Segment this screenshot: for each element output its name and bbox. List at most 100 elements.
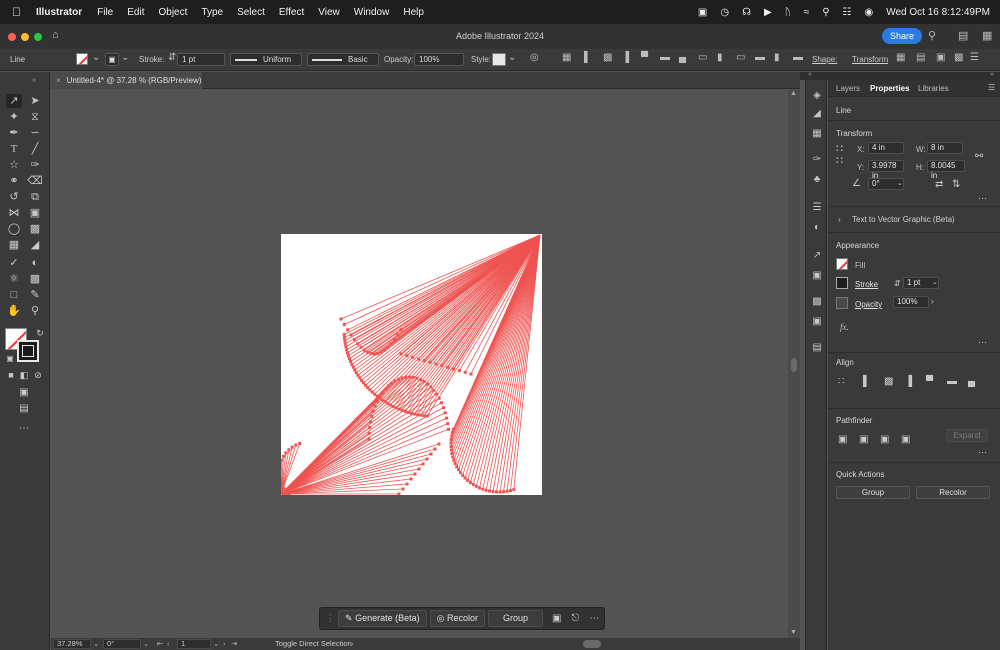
fan-top-anchor-point[interactable] <box>382 348 386 352</box>
align-to-icon[interactable]: ▦ <box>562 52 571 63</box>
fan-top-anchor-point[interactable] <box>356 342 360 346</box>
swap-fill-stroke-icon[interactable]: ↻ <box>32 326 48 340</box>
screen-mode-icon[interactable]: ▤ <box>16 402 32 416</box>
play-icon[interactable]: ▶ <box>764 7 772 18</box>
edit-toolbar-icon[interactable]: ⋯ <box>16 422 32 436</box>
recolor-artwork-icon[interactable]: ◎ <box>530 52 539 63</box>
fan-top-anchor-point[interactable] <box>434 362 438 366</box>
panel-align-bottom-icon[interactable]: ▄ <box>968 377 975 387</box>
add-effect-fx-icon[interactable]: fx. <box>840 322 849 332</box>
fan-middle-anchor-point[interactable] <box>429 385 433 389</box>
siri-icon[interactable]: ◉ <box>865 7 874 18</box>
fan-top-anchor-point[interactable] <box>343 342 347 346</box>
transform-link[interactable]: Transform <box>852 55 888 64</box>
tab-libraries[interactable]: Libraries <box>918 84 949 93</box>
time-machine-icon[interactable]: ◷ <box>720 7 729 18</box>
fan-top-anchor-point[interactable] <box>349 333 353 337</box>
fan-top-anchor-point[interactable] <box>396 333 400 337</box>
curvature-tool-icon[interactable]: ∽ <box>27 126 43 140</box>
align-to-selection-icon[interactable]: ∷ <box>838 377 844 387</box>
stroke-options-link[interactable]: Stroke <box>855 280 878 289</box>
fan-right-anchor-point[interactable] <box>474 484 478 488</box>
color-guide-icon[interactable]: ◈ <box>811 90 823 102</box>
fan-small-anchor-point[interactable] <box>282 486 286 490</box>
fan-top-anchor-point[interactable] <box>349 359 353 363</box>
fan-top-anchor-point[interactable] <box>392 338 396 342</box>
rotation-dropdown-icon[interactable]: ⌄ <box>143 639 149 648</box>
fan-small-anchor-point[interactable] <box>294 443 298 447</box>
fan-top-anchor-point[interactable] <box>339 317 343 321</box>
generate-beta-button[interactable]: ✎ Generate (Beta) <box>338 610 427 627</box>
fan-top-anchor-point[interactable] <box>344 345 348 349</box>
share-button[interactable]: Share <box>881 28 922 44</box>
selection-tool-icon[interactable]: ↗ <box>6 94 22 108</box>
app-menu[interactable]: Illustrator <box>36 7 82 18</box>
fan-top-anchor-point[interactable] <box>440 364 444 368</box>
quick-recolor-button[interactable]: Recolor <box>916 486 990 499</box>
fan-middle-anchor-point[interactable] <box>439 401 443 405</box>
y-position-input[interactable]: 3.9978 in <box>868 160 904 180</box>
fan-right-anchor-point[interactable] <box>477 486 481 490</box>
transform-each-icon[interactable]: ▤ <box>916 52 925 63</box>
stroke-weight-stepper-icon[interactable]: ⇵ <box>894 279 901 289</box>
fan-right-anchor-point[interactable] <box>502 490 506 494</box>
arrange-icon[interactable]: ▩ <box>954 52 963 63</box>
fan-right-anchor-point[interactable] <box>451 455 455 459</box>
stroke-weight-input[interactable]: 1 pt <box>177 53 225 66</box>
control-center-icon[interactable]: ☷ <box>843 7 852 18</box>
align-right-icon[interactable]: ▐ <box>622 52 629 63</box>
artboard-dropdown-icon[interactable]: ⌄ <box>213 639 219 648</box>
fan-right-anchor-point[interactable] <box>488 489 492 493</box>
expand-button[interactable]: Expand <box>946 429 988 442</box>
fan-right-anchor-point[interactable] <box>453 462 457 466</box>
stroke-stepper-icon[interactable]: ⇵ <box>168 52 176 63</box>
tab-properties[interactable]: Properties <box>870 84 910 93</box>
fan-small-anchor-point[interactable] <box>281 483 284 487</box>
arrange-objects-icon[interactable]: ▣ <box>552 613 561 624</box>
fan-small-anchor-point[interactable] <box>281 479 282 483</box>
fan-right-anchor-point[interactable] <box>456 468 460 472</box>
fan-middle-anchor-point[interactable] <box>426 382 430 386</box>
angle-dropdown-icon[interactable]: ⌄ <box>897 179 903 189</box>
fan-small-anchor-point[interactable] <box>281 458 283 462</box>
artboards-panel-icon[interactable]: ▣ <box>811 270 823 282</box>
fan-middle-anchor-point[interactable] <box>419 378 423 382</box>
shape-builder-tool-icon[interactable]: ◯ <box>6 222 22 236</box>
panel-align-center-icon[interactable]: ▩ <box>884 377 893 387</box>
fan-small-anchor-point[interactable] <box>281 454 285 458</box>
stroke-panel-icon[interactable]: ☰ <box>811 202 823 214</box>
distribute-right-icon[interactable]: ▭ <box>736 52 745 63</box>
fan-middle-anchor-point[interactable] <box>446 422 450 426</box>
fan-top-anchor-point[interactable] <box>379 350 383 354</box>
panel-menu-icon[interactable]: ☰ <box>988 83 995 92</box>
scroll-up-icon[interactable]: ▲ <box>790 90 797 97</box>
fan-top-anchor-point[interactable] <box>359 345 363 349</box>
fan-middle-line[interactable] <box>281 393 437 495</box>
chevron-right-icon[interactable]: › <box>838 215 841 225</box>
fan-top-anchor-point[interactable] <box>428 360 432 364</box>
fan-top-anchor-point[interactable] <box>352 338 356 342</box>
fan-top-anchor-point[interactable] <box>346 354 350 358</box>
horizontal-scroll-thumb[interactable] <box>583 640 601 648</box>
fan-middle-anchor-point[interactable] <box>408 375 412 379</box>
spotlight-search-icon[interactable]: ⚲ <box>822 7 829 18</box>
fan-top-anchor-point[interactable] <box>386 345 390 349</box>
fan-middle-anchor-point[interactable] <box>401 487 405 491</box>
notification-icon[interactable]: ▣ <box>698 7 707 18</box>
fan-top-anchor-point[interactable] <box>342 332 346 336</box>
fan-top-anchor-point[interactable] <box>369 352 373 356</box>
fan-middle-anchor-point[interactable] <box>429 452 433 456</box>
type-tool-icon[interactable]: T <box>6 142 22 156</box>
fan-right-anchor-point[interactable] <box>449 448 453 452</box>
fan-middle-anchor-point[interactable] <box>421 462 425 466</box>
fan-top-anchor-point[interactable] <box>422 359 426 363</box>
fan-middle-anchor-point[interactable] <box>437 396 441 400</box>
swatches-icon[interactable]: ▦ <box>811 128 823 140</box>
wifi-icon[interactable]: ≈ <box>804 7 810 18</box>
fan-middle-line[interactable] <box>281 383 428 495</box>
next-artboard-icon[interactable]: › <box>223 639 226 648</box>
x-position-input[interactable]: 4 in <box>868 142 904 154</box>
gradient-panel-icon[interactable]: ◢ <box>811 108 823 120</box>
task-bar-drag-handle[interactable]: ⋮ <box>326 613 335 624</box>
panel-align-left-icon[interactable]: ▌ <box>863 377 870 387</box>
